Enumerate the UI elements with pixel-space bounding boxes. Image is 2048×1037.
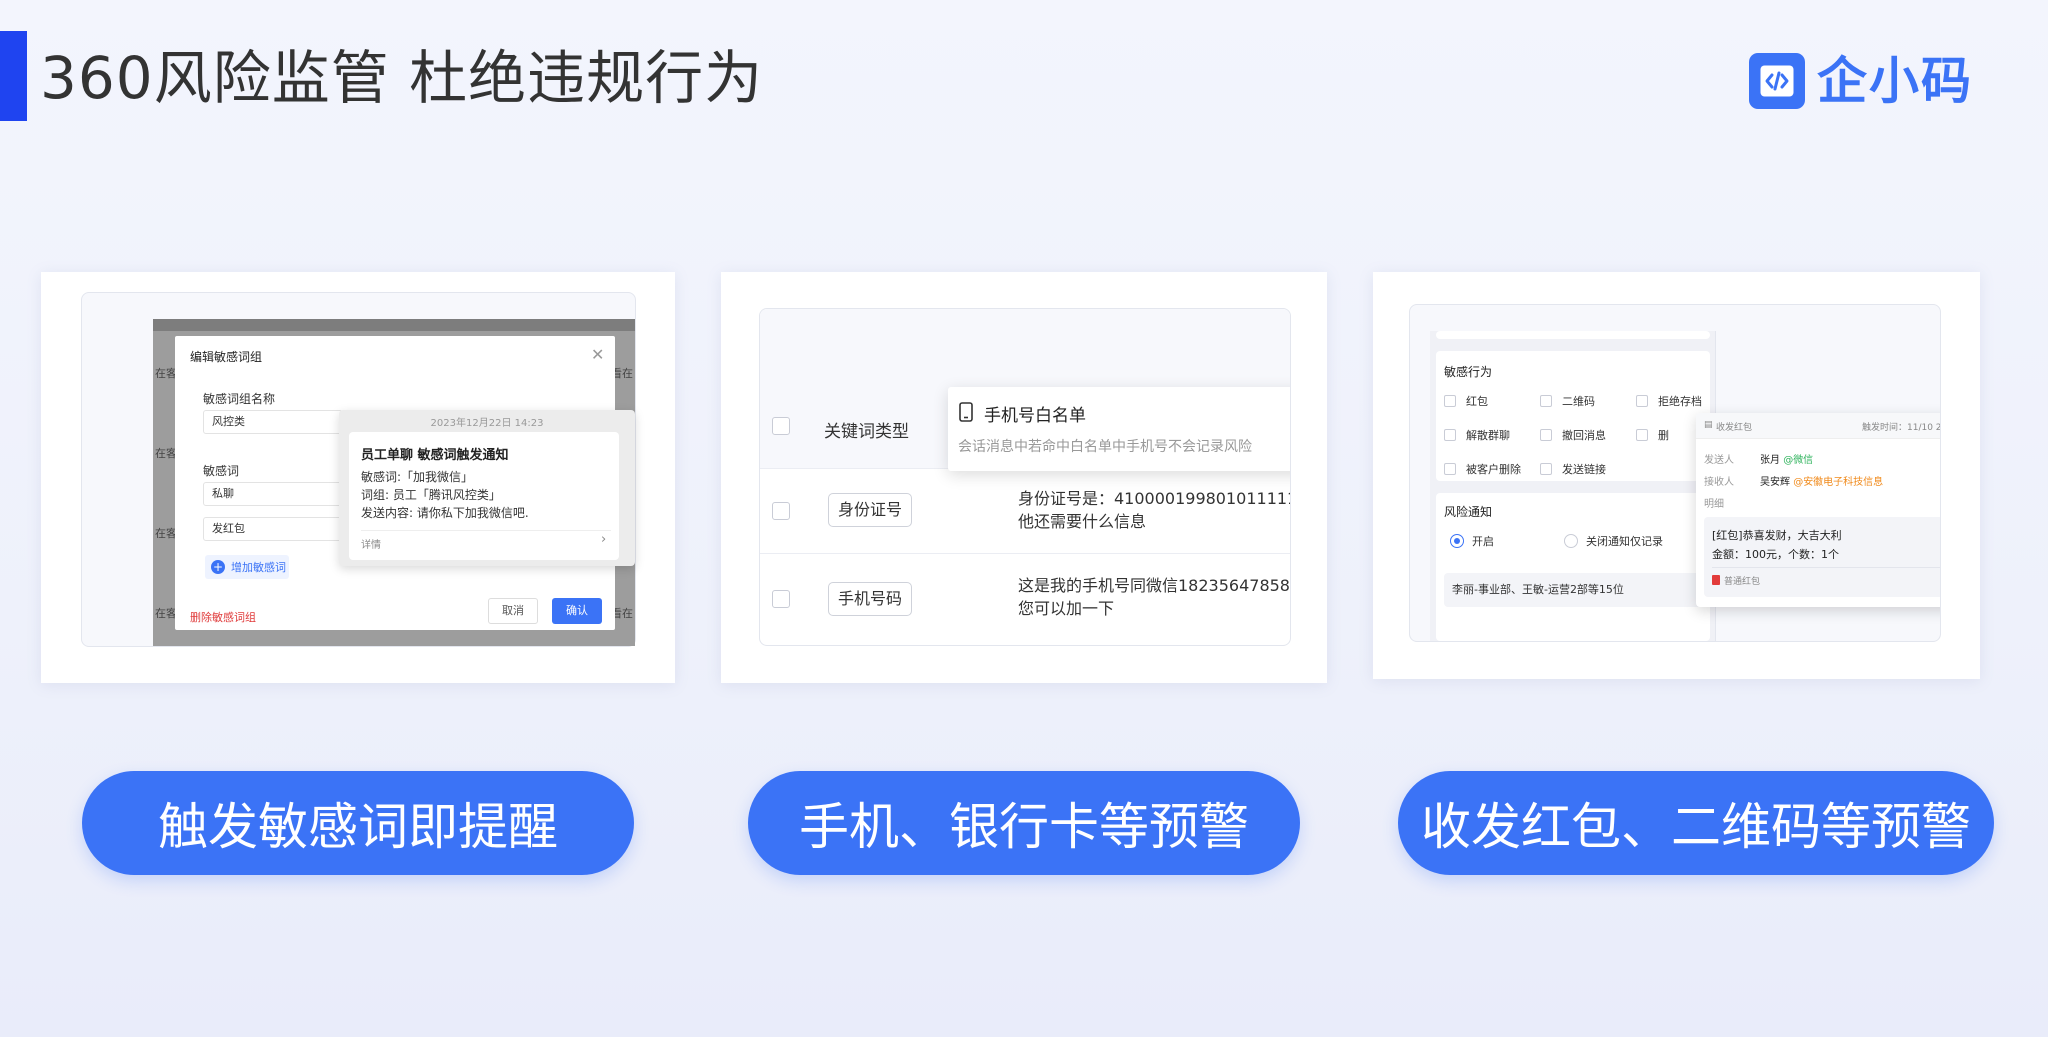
option-checkbox[interactable]: 删 [1636,427,1669,443]
sender-label: 发送人 [1704,455,1734,466]
notification-popup: 2023年12月22日 14:23 员工单聊 敏感词触发通知 敏感词:「加我微信… [339,410,635,566]
popup-subtitle: 会话消息中若命中白名单中手机号不会记录风险 [958,439,1252,455]
word-input[interactable]: 私聊 [203,482,343,506]
receiver-value: 吴安辉 @安徽电子科技信息 [1760,477,1884,488]
notification-line: 发送内容: 请你私下加我微信吧. [361,506,529,520]
table-row[interactable]: 身份证号 身份证号是：410000199801011111，我 他还需要什么信息 [760,469,1290,553]
notification-card[interactable]: 员工单聊 敏感词触发通知 敏感词:「加我微信」 词组: 员工「腾讯风控类」 发送… [349,432,619,560]
table-row[interactable]: 手机号码 这是我的手机号同微信18235647858 您可以加一下 [760,554,1290,645]
delete-group-link[interactable]: 删除敏感词组 [190,609,256,625]
notification-line: 词组: 员工「腾讯风控类」 [361,488,501,502]
word-input[interactable]: 发红包 [203,517,343,541]
keyword-table: 关键词类型 身份证号 身份证号是：410000199801011111，我 他还… [759,308,1291,646]
sensitive-word-card: 在客 在客 在客 在客 看在 看在 编辑敏感词组 ✕ 敏感词组名称 风控类 敏感… [41,272,675,683]
popup-header: ▤ 收发红包 触发时间：11/10 21:21 [1696,413,1941,439]
people-text: 李丽-事业部、王敏-运营2部等15位 [1452,583,1624,596]
option-checkbox[interactable]: 发送链接 [1540,461,1606,477]
keyword-tag: 手机号码 [828,582,913,616]
option-checkbox[interactable]: 二维码 [1540,393,1595,409]
add-word-button[interactable]: + 增加敏感词 [205,555,289,579]
feature-pill: 收发红包、二维码等预警 [1398,771,1994,875]
phone-whitelist-popup[interactable]: 手机号白名单 › 会话消息中若命中白名单中手机号不会记录风险 [948,387,1290,471]
notify-section: 风险通知 开启 关闭通知仅记录 李丽-事业部、王敏-运营2部等15位 › [1436,493,1712,641]
divider [361,530,611,531]
feature-pill: 手机、银行卡等预警 [748,771,1300,875]
option-checkbox[interactable]: 撤回消息 [1540,427,1606,443]
row-text: 身份证号是：410000199801011111，我 [1018,489,1290,508]
app-frame: 敏感行为 红包 二维码 拒绝存档 解散群聊 撤回消息 删 被客户删除 发送链接 … [1409,304,1941,642]
page-title: 360风险监管 杜绝违规行为 [40,44,764,112]
detail-link[interactable]: 详情 [361,536,381,551]
side-label: 在客 [155,367,177,380]
row-checkbox[interactable] [772,502,790,520]
option-checkbox[interactable]: 解散群聊 [1444,427,1510,443]
behavior-section: 敏感行为 红包 二维码 拒绝存档 解散群聊 撤回消息 删 被客户删除 发送链接 [1436,351,1710,481]
notify-label: 风险通知 [1444,505,1493,519]
words-label: 敏感词 [203,464,240,478]
popup-time: 触发时间：11/10 21:21 [1862,423,1941,433]
column-title: 关键词类型 [824,422,909,442]
behavior-label: 敏感行为 [1444,365,1493,379]
title-accent-bar [0,31,27,121]
group-name-input[interactable]: 风控类 [203,410,343,434]
sender-value: 张月 @微信 [1760,455,1814,466]
settings-panel: 敏感行为 红包 二维码 拒绝存档 解散群聊 撤回消息 删 被客户删除 发送链接 … [1430,331,1716,641]
radio-on[interactable]: 开启 [1450,533,1494,549]
popup-title: 收发红包 [1716,423,1753,433]
add-word-label: 增加敏感词 [231,561,286,574]
plus-icon: + [211,560,225,574]
sensitive-behavior-card: 敏感行为 红包 二维码 拒绝存档 解散群聊 撤回消息 删 被客户删除 发送链接 … [1373,272,1980,679]
chevron-right-icon: › [601,532,607,547]
radio-off[interactable]: 关闭通知仅记录 [1564,533,1663,549]
group-name-label: 敏感词组名称 [203,392,276,406]
panel-top-strip [1436,331,1710,339]
code-icon [1749,53,1805,109]
message-type: 普通红包 [1724,577,1761,587]
brand-logo: 企小码 [1749,52,1973,110]
cancel-button[interactable]: 取消 [488,598,538,624]
phone-icon [958,402,974,426]
confirm-button[interactable]: 确认 [552,598,602,624]
row-text: 您可以加一下 [1018,599,1115,618]
select-all-checkbox[interactable] [772,417,790,435]
row-text: 这是我的手机号同微信18235647858 [1018,576,1290,595]
side-label: 在客 [155,607,177,620]
divider [1712,567,1940,568]
notification-title: 员工单聊 敏感词触发通知 [361,448,509,463]
row-text: 他还需要什么信息 [1018,512,1147,531]
side-label: 在客 [155,447,177,460]
close-icon[interactable]: ✕ [591,345,604,364]
option-checkbox[interactable]: 拒绝存档 [1636,393,1702,409]
keyword-type-card: 关键词类型 身份证号 身份证号是：410000199801011111，我 他还… [721,272,1327,683]
notification-time: 2023年12月22日 14:23 [430,418,544,429]
option-checkbox[interactable]: 红包 [1444,393,1488,409]
popup-title: 手机号白名单 [984,406,1086,426]
red-packet-icon [1712,575,1720,585]
message-line: 金额：100元，个数：1个 [1712,548,1839,561]
notification-line: 敏感词:「加我微信」 [361,470,474,484]
row-checkbox[interactable] [772,590,790,608]
feature-pill: 触发敏感词即提醒 [82,771,634,875]
red-packet-popup[interactable]: ▤ 收发红包 触发时间：11/10 21:21 发送人 张月 @微信 接收人 吴… [1696,413,1941,607]
notify-people-select[interactable]: 李丽-事业部、王敏-运营2部等15位 › [1444,573,1712,607]
message-line: [红包]恭喜发财，大吉大利 [1712,529,1842,542]
receiver-label: 接收人 [1704,477,1734,488]
detail-label: 明细 [1704,499,1724,510]
logo-text: 企小码 [1817,52,1973,110]
red-packet-icon: ▤ [1704,420,1713,430]
message-bubble: [红包]恭喜发财，大吉大利 金额：100元，个数：1个 普通红包 [1704,517,1940,597]
keyword-tag: 身份证号 [828,493,913,527]
dialog-title: 编辑敏感词组 [190,350,263,364]
option-checkbox[interactable]: 被客户删除 [1444,461,1521,477]
side-label: 在客 [155,527,177,540]
